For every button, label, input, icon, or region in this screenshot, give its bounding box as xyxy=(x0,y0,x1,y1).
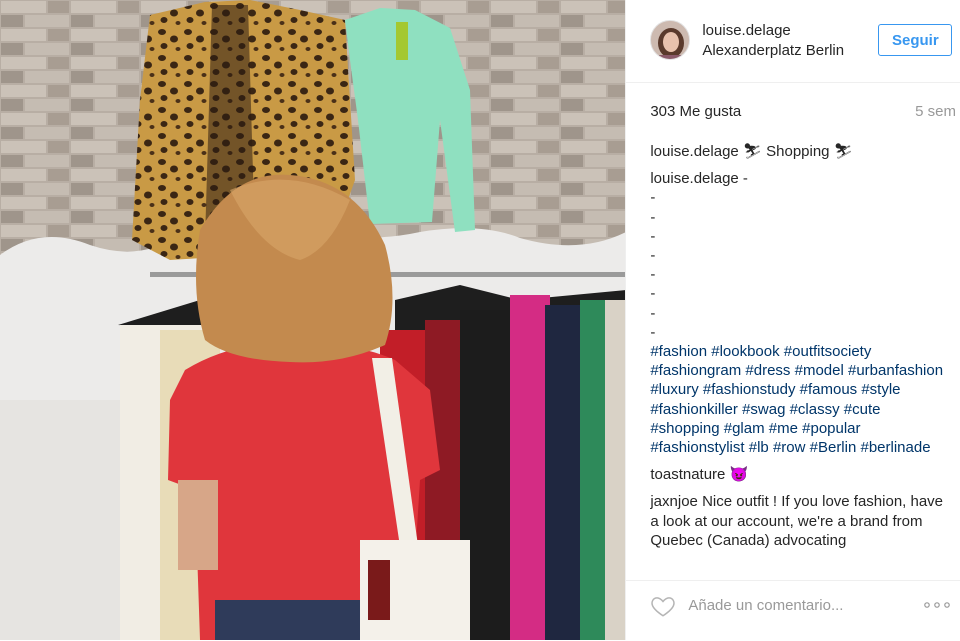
hashtag-link[interactable]: #shopping xyxy=(650,420,719,437)
hashtag-link[interactable]: #fashion xyxy=(650,343,707,360)
comment-dash: - xyxy=(650,227,656,245)
hashtag-link[interactable]: #popular xyxy=(802,420,860,437)
post-photo[interactable] xyxy=(0,0,626,640)
hashtag-list: #fashion #lookbook #outfitsociety #fashi… xyxy=(650,343,943,456)
hashtag-link[interactable]: #classy xyxy=(790,401,840,418)
post-side-panel: louise.delage Alexanderplatz Berlin Segu… xyxy=(625,0,960,640)
instagram-post: louise.delage Alexanderplatz Berlin Segu… xyxy=(0,0,960,640)
hashtag-link[interactable]: #outfitsociety xyxy=(784,343,872,360)
likes-row: 303 Me gusta 5 sem xyxy=(650,103,956,123)
avatar-image xyxy=(651,21,690,59)
comment-input[interactable] xyxy=(688,593,899,617)
caption-username[interactable]: louise.delage xyxy=(650,143,738,160)
post-location[interactable]: Alexanderplatz Berlin xyxy=(702,42,844,59)
hashtag-link[interactable]: #model xyxy=(795,362,844,379)
like-count[interactable]: 303 Me gusta xyxy=(650,103,741,120)
comment-dash: - xyxy=(650,304,656,322)
comment-dash: - xyxy=(650,189,656,207)
comment-dash: - xyxy=(650,285,656,303)
hashtag-link[interactable]: #fashionstudy xyxy=(703,381,796,398)
hashtag-link[interactable]: #berlinade xyxy=(861,439,931,456)
comment-username[interactable]: louise.delage xyxy=(650,170,738,187)
hashtag-link[interactable]: #fashionstylist xyxy=(650,439,744,456)
hashtag-link[interactable]: #dress xyxy=(745,362,790,379)
comment-dash: - xyxy=(650,323,656,341)
hashtag-link[interactable]: #me xyxy=(769,420,798,437)
post-photo-illustration xyxy=(0,0,626,640)
ellipsis-icon[interactable] xyxy=(922,595,952,615)
comment-dash: - xyxy=(650,247,656,265)
hashtag-link[interactable]: #fashionkiller xyxy=(650,401,738,418)
comment-username[interactable]: toastnature xyxy=(650,466,725,483)
hashtag-link[interactable]: #Berlin xyxy=(810,439,857,456)
hashtag-link[interactable]: #row xyxy=(773,439,806,456)
hashtag-link[interactable]: #style xyxy=(861,381,900,398)
comment-text: - xyxy=(742,170,748,188)
hashtag-link[interactable]: #cute xyxy=(844,401,881,418)
post-age[interactable]: 5 sem xyxy=(915,103,956,120)
post-author-username[interactable]: louise.delage xyxy=(702,22,790,39)
comment-dash: - xyxy=(650,266,656,284)
hashtag-link[interactable]: #lb xyxy=(749,439,769,456)
hashtag-link[interactable]: #glam xyxy=(724,420,765,437)
comments-list[interactable]: louise.delage ⛷ Shopping ⛷ louise.delage… xyxy=(650,142,950,568)
hashtag-link[interactable]: #luxury xyxy=(650,381,698,398)
comment-dash: - xyxy=(650,208,656,226)
comment: louise.delage - - - - - - - - - #fashion… xyxy=(650,169,950,457)
comment: toastnature 😈 xyxy=(650,465,950,484)
comment-username[interactable]: jaxnjoe xyxy=(650,493,698,510)
hashtag-link[interactable]: #swag xyxy=(742,401,785,418)
hashtag-link[interactable]: #lookbook xyxy=(711,343,779,360)
avatar[interactable] xyxy=(650,20,691,60)
heart-icon[interactable] xyxy=(650,593,676,619)
hashtag-link[interactable]: #urbanfashion xyxy=(848,362,943,379)
hashtag-link[interactable]: #fashiongram xyxy=(650,362,741,379)
hashtag-link[interactable]: #famous xyxy=(800,381,858,398)
follow-button[interactable]: Seguir xyxy=(878,24,953,56)
post-footer xyxy=(626,580,960,641)
comment-text: 😈 xyxy=(729,466,749,484)
caption-text: ⛷ Shopping ⛷ xyxy=(742,143,853,160)
caption: louise.delage ⛷ Shopping ⛷ xyxy=(650,142,950,161)
post-header: louise.delage Alexanderplatz Berlin Segu… xyxy=(626,0,960,83)
comment: jaxnjoe Nice outfit ! If you love fashio… xyxy=(650,492,950,550)
